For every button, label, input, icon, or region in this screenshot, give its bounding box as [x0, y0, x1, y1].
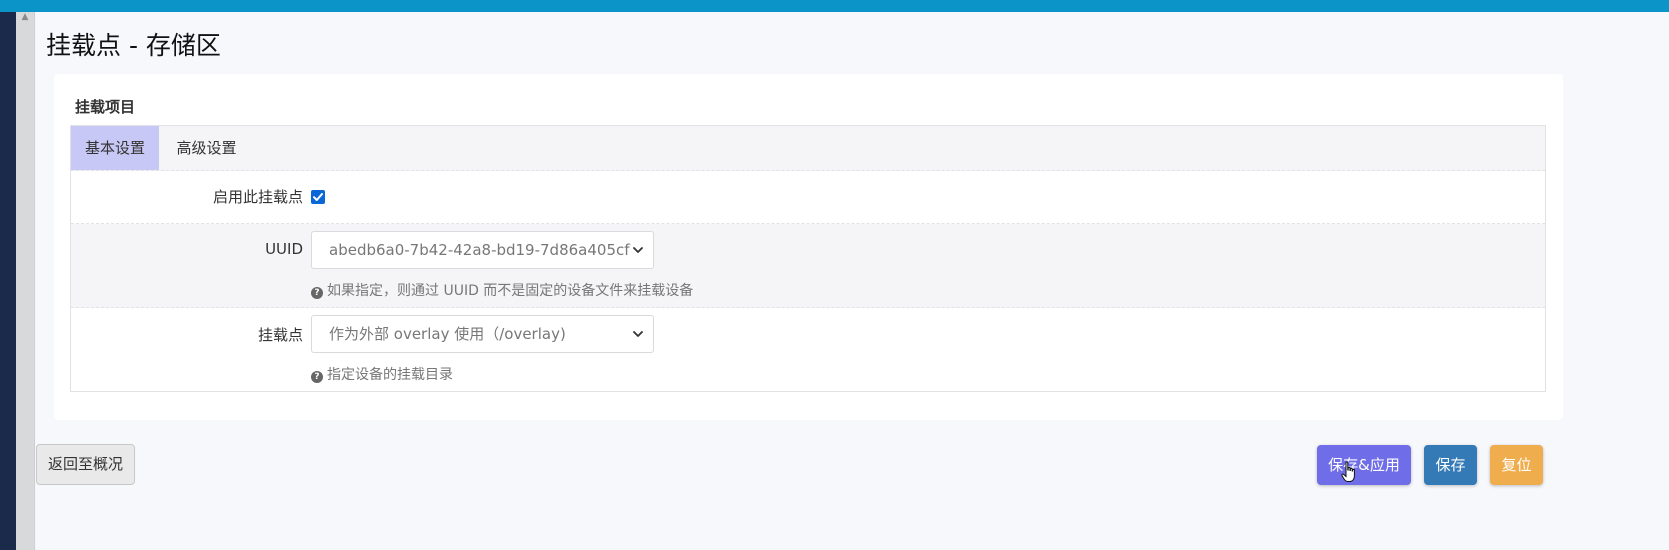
mountpoint-help: ? 指定设备的挂载目录 [311, 364, 453, 384]
save-apply-button[interactable]: 保存&应用 [1317, 445, 1411, 485]
sidebar-edge [0, 12, 16, 550]
enable-checkbox[interactable] [311, 190, 325, 204]
uuid-row: UUID abedb6a0-7b42-42a8-bd19-7d86a405cf7… [71, 224, 1545, 308]
chevron-down-icon [633, 247, 643, 253]
page-title: 挂载点 - 存储区 [46, 31, 221, 60]
back-to-overview-button[interactable]: 返回至概况 [36, 444, 135, 485]
reset-button[interactable]: 复位 [1490, 445, 1543, 485]
scroll-up-arrow-icon[interactable]: ▲ [19, 12, 31, 22]
tab-bar: 基本设置 高级设置 [71, 126, 1545, 171]
hand-pointer-cursor-icon [1341, 461, 1355, 482]
tab-basic-settings[interactable]: 基本设置 [71, 126, 159, 170]
settings-form: 基本设置 高级设置 启用此挂载点 UUID abedb6a0-7b42-42a8… [70, 125, 1546, 392]
main-content: 挂载点 - 存储区 挂载项目 基本设置 高级设置 启用此挂载点 UUID abe… [36, 12, 1669, 550]
mountpoint-help-text: 指定设备的挂载目录 [327, 367, 453, 383]
uuid-label: UUID [265, 240, 303, 258]
mountpoint-row: 挂载点 作为外部 overlay 使用（/overlay) ? 指定设备的挂载目录 [71, 308, 1545, 391]
question-circle-icon: ? [311, 287, 323, 299]
enable-label: 启用此挂载点 [212, 188, 303, 206]
top-accent-bar [0, 0, 1669, 12]
mountpoint-select[interactable]: 作为外部 overlay 使用（/overlay) [311, 315, 654, 353]
enable-row: 启用此挂载点 [71, 171, 1545, 224]
mount-panel: 挂载项目 基本设置 高级设置 启用此挂载点 UUID abedb6a0-7b42… [54, 74, 1563, 420]
tab-advanced-settings[interactable]: 高级设置 [159, 126, 254, 170]
mountpoint-label: 挂载点 [257, 326, 303, 344]
section-title: 挂载项目 [75, 98, 136, 116]
chevron-down-icon [633, 331, 643, 337]
uuid-help: ? 如果指定，则通过 UUID 而不是固定的设备文件来挂载设备 [311, 280, 693, 300]
uuid-select[interactable]: abedb6a0-7b42-42a8-bd19-7d86a405cf7 [311, 231, 654, 269]
uuid-select-value: abedb6a0-7b42-42a8-bd19-7d86a405cf7 [329, 241, 631, 259]
question-circle-icon: ? [311, 371, 323, 383]
scrollbar[interactable] [16, 12, 35, 550]
checkmark-icon [313, 193, 323, 201]
uuid-help-text: 如果指定，则通过 UUID 而不是固定的设备文件来挂载设备 [327, 283, 694, 299]
save-button[interactable]: 保存 [1424, 445, 1477, 485]
mountpoint-select-value: 作为外部 overlay 使用（/overlay) [329, 325, 566, 343]
